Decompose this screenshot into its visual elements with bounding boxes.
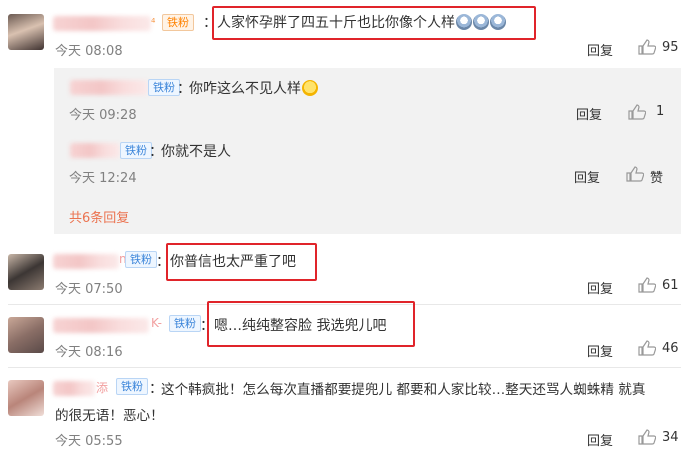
reply-username[interactable] [70,143,120,158]
username-suffix: 添 [96,381,109,395]
reply-button[interactable]: 回复 [587,341,613,360]
fan-badge: 铁粉 [169,315,201,332]
timestamp: 今天 05:55 [55,434,123,449]
divider [8,367,681,368]
thumbs-up-icon [638,429,657,445]
reply-button[interactable]: 回复 [587,40,613,59]
reply-button[interactable]: 回复 [587,430,613,449]
like-button[interactable] [626,166,645,186]
like-label: 赞 [650,171,664,186]
like-count: 46 [662,341,679,356]
timestamp: 今天 09:28 [69,108,137,123]
reply-username[interactable] [70,80,148,95]
like-button[interactable] [638,39,657,59]
username[interactable] [53,381,95,396]
comment-text-line2: 的很无语！恶心！ [55,408,164,424]
username-suffix: K- [151,316,162,330]
username[interactable] [53,254,119,269]
reply-text: 你咋这么不见人样 [189,78,318,98]
comment-text: 你普信也太严重了吧 [170,254,296,270]
timestamp: 今天 08:08 [55,44,123,59]
like-count: 1 [656,104,665,119]
thumbs-up-icon [628,104,647,120]
avatar[interactable] [8,14,44,50]
comment-text-line1: 这个韩疯批！怎么每次直播都要提兜儿 都要和人家比较…整天还骂人蜘蛛精 就真 [161,382,646,398]
reply-text: 你就不是人 [161,144,231,160]
thumbs-up-icon [638,340,657,356]
username[interactable] [53,318,149,333]
timestamp: 今天 07:50 [55,282,123,297]
crying-emoji-icon [473,14,489,30]
like-count: 61 [662,278,679,293]
avatar[interactable] [8,380,44,416]
comment-text: 人家怀孕胖了四五十斤也比你像个人样 [217,12,506,32]
like-button[interactable] [638,340,657,360]
fan-badge: 铁粉 [148,79,180,96]
like-button[interactable] [638,277,657,297]
thumbs-up-icon [638,39,657,55]
timestamp: 今天 08:16 [55,345,123,360]
vip-icon: ⁴ [151,16,156,29]
reply-button[interactable]: 回复 [576,104,602,123]
avatar[interactable] [8,317,44,353]
thumbs-up-icon [626,166,645,182]
crying-emoji-icon [490,14,506,30]
fan-badge: 铁粉 [120,142,152,159]
like-button[interactable] [628,104,647,124]
username[interactable] [53,16,151,31]
fan-badge: 铁粉 [125,251,157,268]
crying-emoji-icon [456,14,472,30]
reply-button[interactable]: 回复 [587,278,613,297]
comment-text: 嗯…纯纯整容脸 我选兜儿吧 [214,318,387,334]
fan-badge: 铁粉 [116,378,148,395]
laughing-emoji-icon [302,80,318,96]
fan-badge: 铁粉 [162,14,194,31]
reply-button[interactable]: 回复 [574,167,600,186]
timestamp: 今天 12:24 [69,171,137,186]
avatar[interactable] [8,254,44,290]
thumbs-up-icon [638,277,657,293]
like-button[interactable] [638,429,657,449]
more-replies-link[interactable]: 共6条回复 [69,207,129,226]
like-count: 95 [662,40,679,55]
